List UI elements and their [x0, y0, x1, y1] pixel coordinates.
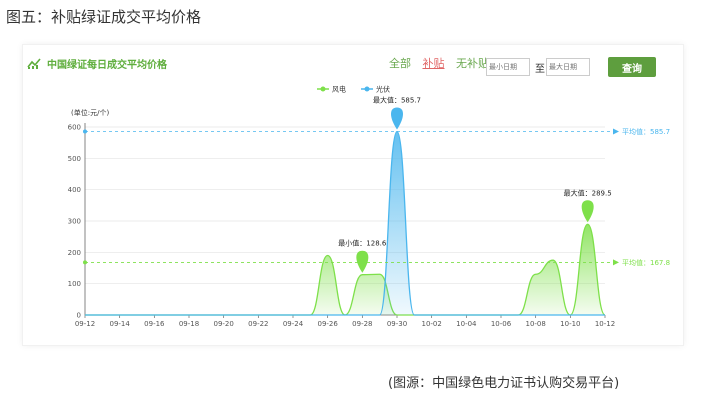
marker-label: 最小值：128.6	[338, 239, 387, 248]
average-label: 平均值：585.7	[622, 127, 670, 136]
average-arrow	[613, 259, 619, 266]
x-tick-label: 09-14	[109, 320, 130, 328]
y-tick-label: 500	[68, 155, 81, 163]
price-chart: 风电 光伏 (单位:元/个) 0 100 200 300 400 500 600 09-12 09-1…	[68, 85, 670, 329]
figure-title: 图五：补贴绿证成交平均价格	[6, 8, 202, 26]
x-tick-label: 10-08	[525, 320, 545, 328]
x-tick-label: 09-16	[144, 320, 165, 328]
y-tick-label: 600	[68, 124, 81, 132]
average-start-marker	[83, 260, 87, 265]
x-tick-label: 09-28	[352, 320, 372, 328]
legend-label: 风电	[332, 85, 346, 94]
legend-label: 光伏	[376, 85, 390, 94]
y-axis-label: (单位:元/个)	[71, 108, 109, 117]
y-tick-label: 400	[68, 186, 81, 194]
y-tick-label: 200	[68, 249, 81, 257]
x-tick-label: 09-24	[283, 320, 304, 328]
marker-label: 最大值：585.7	[373, 95, 421, 104]
marker-pin	[356, 250, 369, 273]
x-tick-label: 09-26	[317, 320, 338, 328]
x-tick-label: 10-02	[421, 320, 441, 328]
x-tick-label: 09-22	[248, 320, 268, 328]
y-tick-label: 300	[68, 218, 81, 226]
x-tick-label: 09-20	[213, 320, 233, 328]
marker-pin	[581, 200, 594, 223]
legend-marker	[320, 86, 326, 92]
series-area	[85, 224, 605, 315]
marker-label: 最大值：289.5	[564, 188, 612, 197]
x-tick-label: 10-10	[560, 320, 580, 328]
average-start-marker	[83, 129, 87, 134]
chart-card: 中国绿证每日成交平均价格 全部 补贴 无补贴 至 查询 风电光伏(单位:元/个)…	[22, 44, 684, 346]
x-tick-label: 09-12	[75, 320, 95, 328]
source-caption: (图源：中国绿色电力证书认购交易平台)	[388, 376, 620, 391]
x-tick-label: 10-06	[491, 320, 512, 328]
average-label: 平均值：167.8	[622, 258, 670, 267]
y-tick-label: 100	[68, 280, 81, 288]
legend-marker	[364, 86, 370, 92]
average-arrow	[613, 128, 619, 135]
x-tick-label: 10-12	[595, 320, 615, 328]
x-tick-label: 09-18	[179, 320, 199, 328]
x-tick-label: 10-04	[456, 320, 477, 328]
marker-pin	[391, 107, 403, 130]
y-tick-label: 0	[77, 312, 81, 320]
x-tick-label: 09-30	[387, 320, 407, 328]
series-line	[85, 130, 605, 316]
series-area	[85, 131, 605, 315]
